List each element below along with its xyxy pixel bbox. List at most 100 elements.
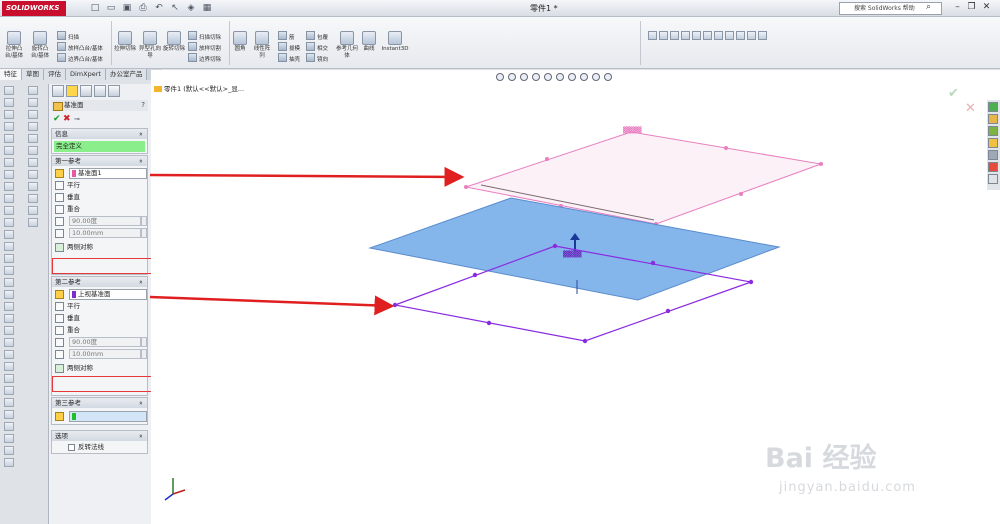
coincident-option[interactable]: 重合 — [52, 325, 147, 336]
message-header[interactable]: 信息 — [52, 129, 147, 139]
arrange-windows-icon[interactable] — [758, 31, 767, 40]
save-icon[interactable]: ▣ — [120, 2, 134, 14]
rib-button[interactable]: 筋 — [278, 31, 295, 41]
rebuild-icon[interactable]: ◈ — [184, 2, 198, 14]
instant3d-icon — [388, 31, 402, 45]
revolve-boss-button[interactable]: 旋转凸台/基体 — [30, 31, 50, 60]
undo-icon[interactable]: ↶ — [152, 2, 166, 14]
second-reference-header[interactable]: 第二参考 — [52, 277, 147, 287]
tab-evaluate[interactable]: 评估 — [44, 69, 66, 80]
section-view-icon[interactable] — [692, 31, 701, 40]
parallel-option[interactable]: 平行 — [52, 180, 147, 191]
feature-tree-icon[interactable] — [52, 85, 64, 97]
linear-pattern-button[interactable]: 线性阵列 — [252, 31, 272, 60]
tab-features[interactable]: 特征 — [0, 69, 22, 80]
appearances-icon[interactable] — [988, 162, 998, 172]
intersect-button[interactable]: 相交 — [306, 42, 328, 52]
coincident-option[interactable]: 重合 — [52, 204, 147, 215]
configuration-icon[interactable] — [80, 85, 92, 97]
boundary-boss-button[interactable]: 边界凸台/基体 — [57, 53, 103, 63]
distance-input[interactable]: 10.00mm — [69, 228, 141, 238]
close-button[interactable]: ✕ — [981, 2, 992, 12]
first-reference-header[interactable]: 第一参考 — [52, 156, 147, 166]
angle-input[interactable]: 90.00度 — [69, 216, 141, 226]
mirror-button[interactable]: 镜向 — [306, 53, 328, 63]
view-orientation-icon[interactable] — [670, 31, 679, 40]
third-reference-header[interactable]: 第三参考 — [52, 398, 147, 408]
highlight-first-symmetric — [52, 258, 155, 274]
pin-icon[interactable]: ⊸ — [74, 115, 80, 123]
perpendicular-option[interactable]: 垂直 — [52, 192, 147, 203]
manager-tabs — [52, 85, 120, 97]
tab-office-products[interactable]: 办公室产品 — [105, 69, 148, 80]
swept-cut-button[interactable]: 扫描切除 — [188, 31, 221, 41]
distance-spinner[interactable] — [141, 349, 147, 359]
loft-button[interactable]: 放样凸台/基体 — [57, 42, 103, 52]
zoom-area-icon[interactable] — [659, 31, 668, 40]
second-reference-selection[interactable]: 上视基准面 — [69, 289, 147, 300]
extrude-boss-button[interactable]: 拉伸凸台/基体 — [4, 31, 24, 60]
custom-properties-icon[interactable] — [988, 174, 998, 184]
zoom-fit-icon[interactable] — [648, 31, 657, 40]
ok-button[interactable]: ✔ — [53, 114, 61, 124]
resources-icon[interactable] — [988, 102, 998, 112]
lofted-cut-button[interactable]: 放样切割 — [188, 42, 221, 52]
reference-geometry-button[interactable]: 参考几何体 — [336, 31, 358, 60]
design-library-icon[interactable] — [988, 114, 998, 124]
draft-button[interactable]: 拔模 — [278, 42, 300, 52]
shell-button[interactable]: 抽壳 — [278, 53, 300, 63]
hide-show-icon[interactable] — [703, 31, 712, 40]
distance-input[interactable]: 10.00mm — [69, 349, 141, 359]
open-icon[interactable]: ▭ — [104, 2, 118, 14]
display-manager-icon[interactable] — [108, 85, 120, 97]
revolve-cut-button[interactable]: 旋转切除 — [163, 31, 185, 53]
curves-button[interactable]: 曲线 — [360, 31, 378, 53]
hole-wizard-button[interactable]: 异型孔向导 — [139, 31, 161, 60]
third-reference-selection[interactable] — [69, 411, 147, 422]
file-explorer-icon[interactable] — [988, 126, 998, 136]
graphics-area[interactable]: 零件1 (默认<<默认>_显... ✔ ✕ ▓▓▓▓ ▓▓▓▓ Bai 经验 j… — [151, 70, 1000, 524]
task-pane — [987, 100, 1000, 190]
print-icon[interactable]: ⎙ — [136, 2, 150, 14]
symmetric-option[interactable]: 两侧对称 — [52, 242, 147, 253]
perpendicular-option[interactable]: 垂直 — [52, 313, 147, 324]
flip-normal-option[interactable]: 反转法线 — [52, 442, 147, 453]
view-settings-icon[interactable] — [736, 31, 745, 40]
select-icon[interactable]: ↖ — [168, 2, 182, 14]
plane-icon — [55, 412, 64, 421]
fillet-button[interactable]: 圆角 — [231, 31, 249, 53]
minimize-button[interactable]: – — [952, 2, 963, 12]
tile-windows-icon[interactable] — [747, 31, 756, 40]
distance-spinner[interactable] — [141, 228, 147, 238]
first-reference-selection[interactable]: 基准面1 — [69, 168, 147, 179]
sweep-button[interactable]: 扫描 — [57, 31, 79, 41]
new-icon[interactable]: □ — [88, 2, 102, 14]
symmetric-option[interactable]: 两侧对称 — [52, 363, 147, 374]
svg-text:▓▓▓▓: ▓▓▓▓ — [563, 250, 582, 258]
search-results-icon[interactable] — [988, 138, 998, 148]
search-icon[interactable]: ⌕ — [926, 2, 931, 12]
options-icon[interactable]: ▦ — [200, 2, 214, 14]
boundary-cut-button[interactable]: 边界切除 — [188, 53, 221, 63]
property-manager-icon[interactable] — [66, 85, 78, 97]
wrap-button[interactable]: 包覆 — [306, 31, 328, 41]
scene-icon[interactable] — [725, 31, 734, 40]
cancel-button[interactable]: ✖ — [63, 114, 71, 124]
edit-appearance-icon[interactable] — [714, 31, 723, 40]
flip-normal-checkbox[interactable] — [68, 444, 75, 451]
options-header[interactable]: 选项 — [52, 431, 147, 441]
instant3d-button[interactable]: Instant3D — [380, 31, 410, 53]
parallel-option[interactable]: 平行 — [52, 301, 147, 312]
restore-button[interactable]: ❐ — [966, 2, 977, 12]
help-icon[interactable]: ? — [141, 100, 145, 111]
angle-spinner[interactable] — [141, 337, 147, 347]
angle-input[interactable]: 90.00度 — [69, 337, 141, 347]
tab-dimxpert[interactable]: DimXpert — [66, 69, 106, 80]
view-palette-icon[interactable] — [988, 150, 998, 160]
tab-sketch[interactable]: 草图 — [22, 69, 44, 80]
extrude-cut-button[interactable]: 拉伸切除 — [114, 31, 136, 53]
angle-spinner[interactable] — [141, 216, 147, 226]
command-manager-tabs: 特征 草图 评估 DimXpert 办公室产品 — [0, 69, 162, 80]
display-style-icon[interactable] — [681, 31, 690, 40]
dimxpert-icon[interactable] — [94, 85, 106, 97]
